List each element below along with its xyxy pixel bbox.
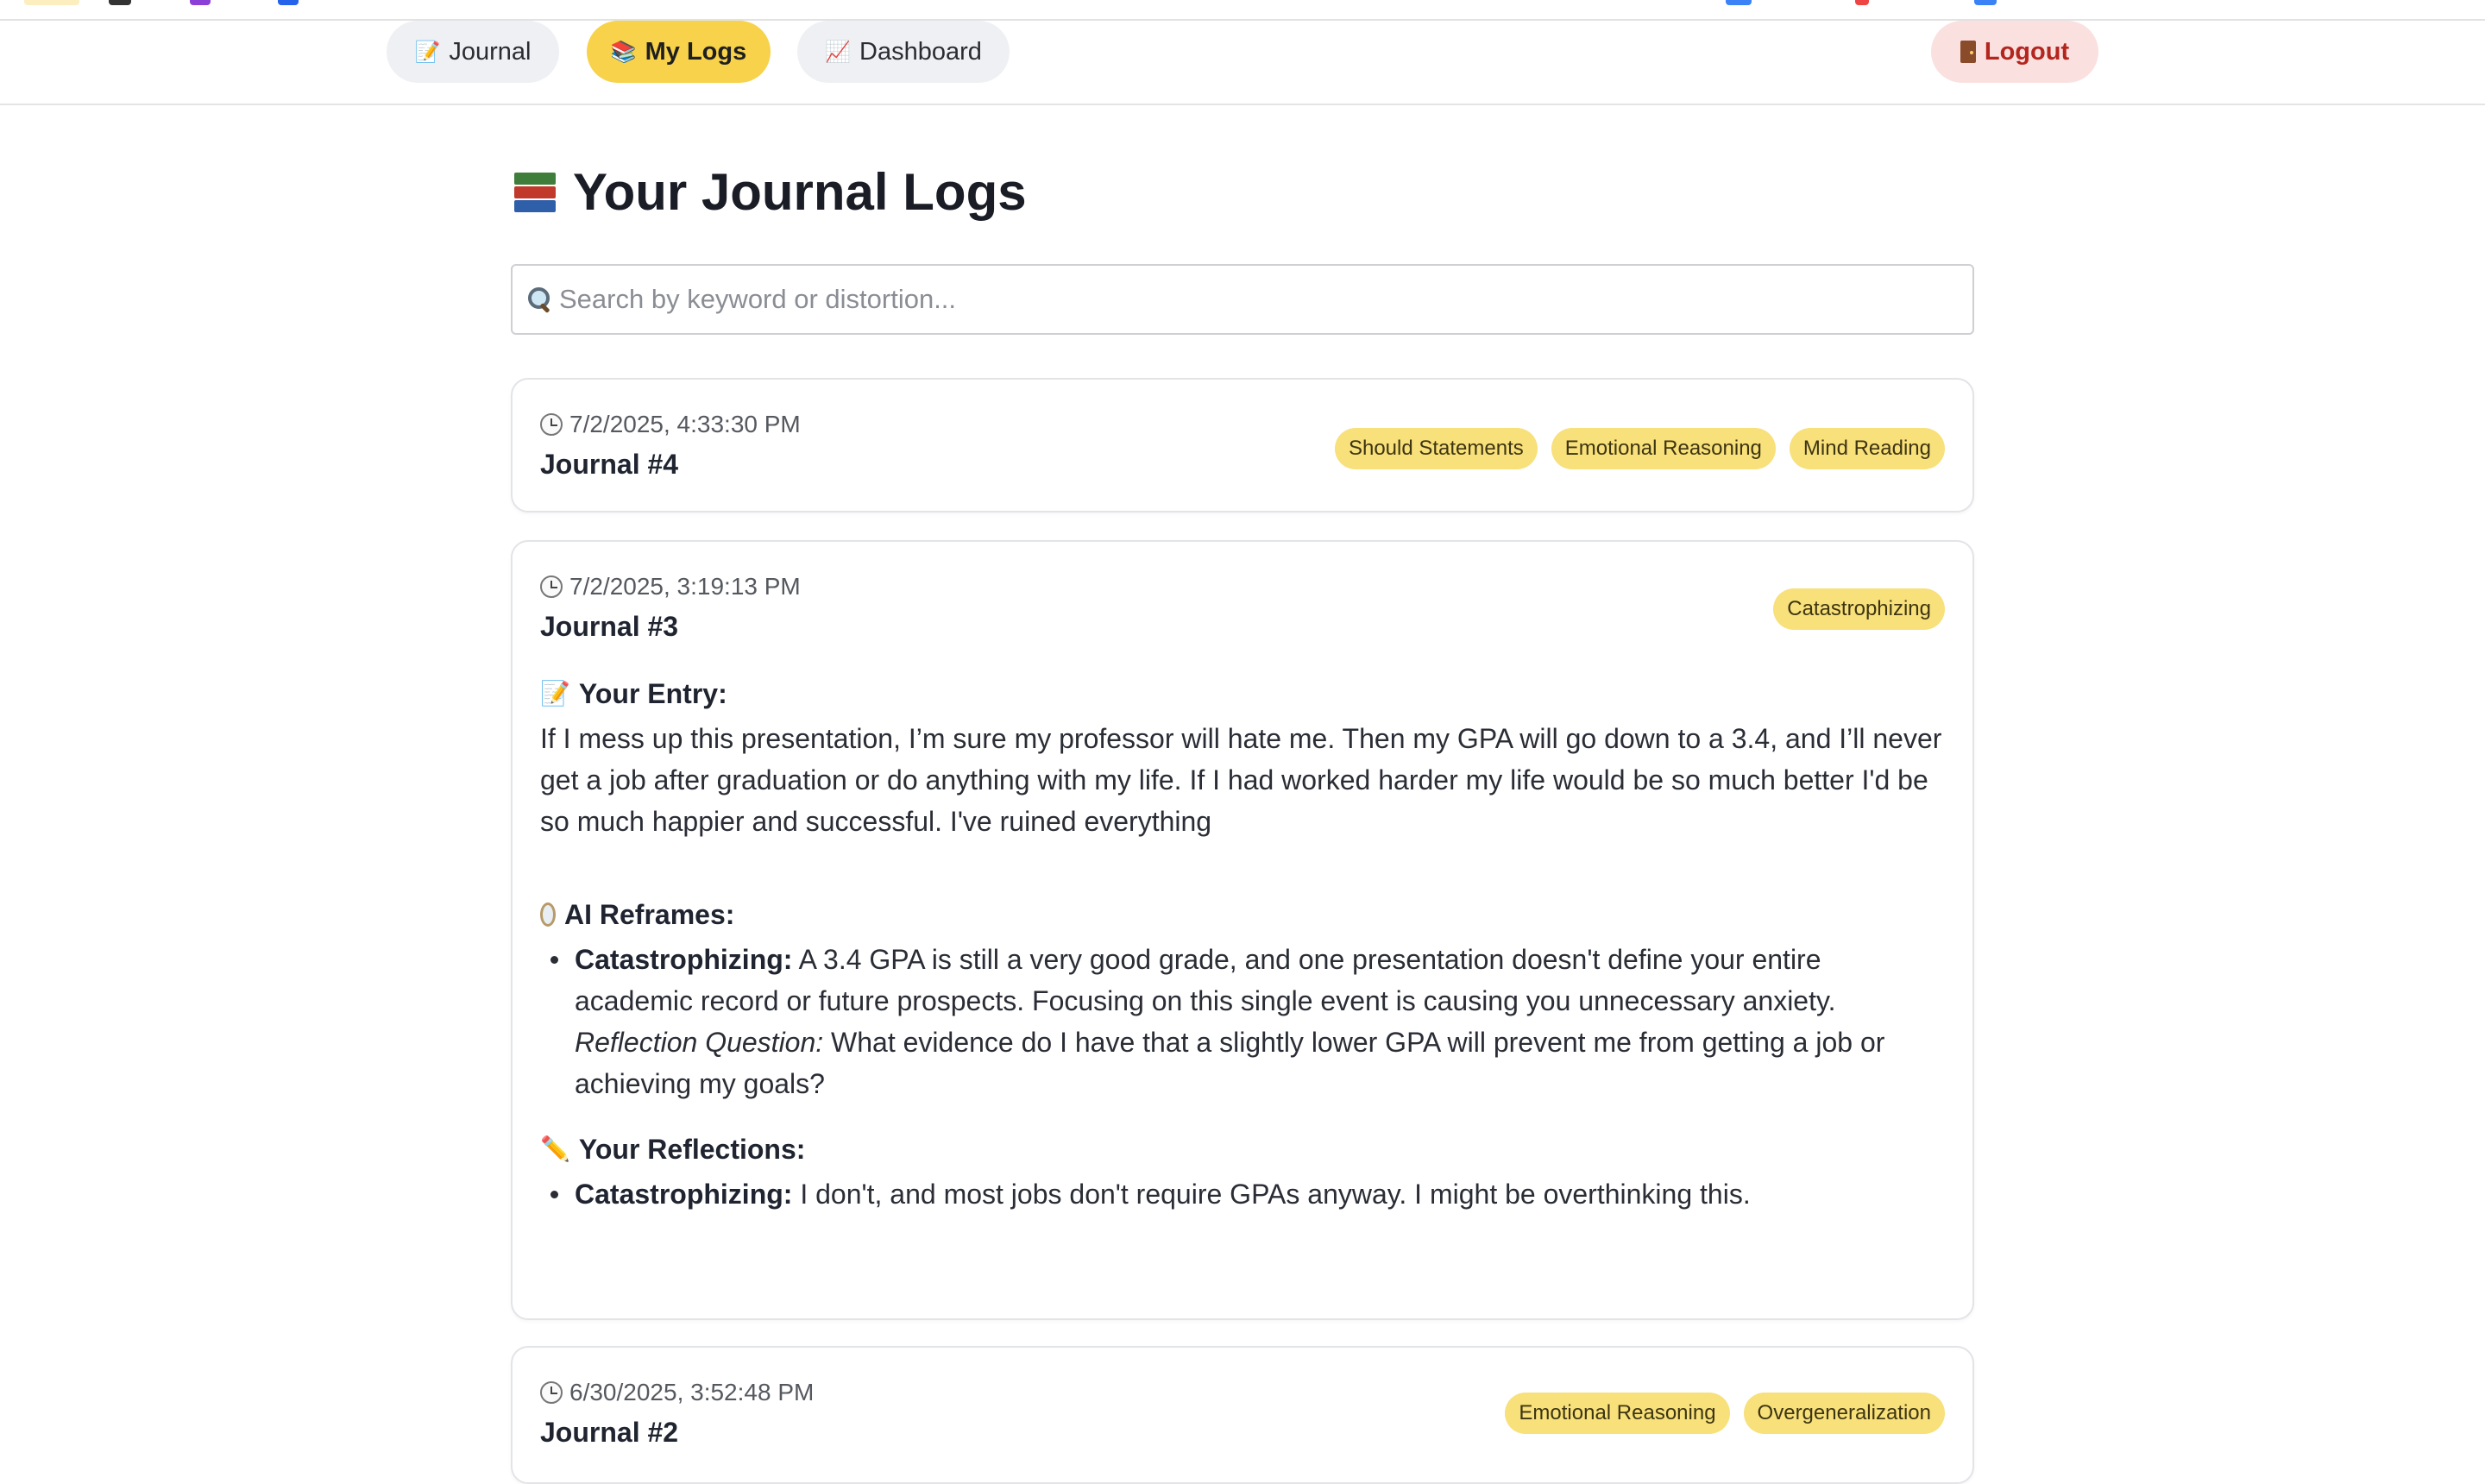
reflection-distortion: Catastrophizing: <box>575 1179 793 1210</box>
reframes-heading-label: AI Reframes: <box>564 899 735 930</box>
logout-button[interactable]: Logout <box>1931 21 2098 83</box>
timestamp-text: 7/2/2025, 4:33:30 PM <box>569 411 801 437</box>
distortion-tag: Should Statements <box>1334 428 1538 469</box>
bookmark-icon[interactable] <box>24 0 79 5</box>
bookmark-icon[interactable] <box>1974 0 1997 5</box>
reframe-item: Catastrophizing: A 3.4 GPA is still a ve… <box>540 939 1947 1104</box>
timestamp-text: 6/30/2025, 3:52:48 PM <box>569 1379 815 1405</box>
door-icon <box>1960 41 1976 63</box>
distortion-tag: Emotional Reasoning <box>1551 428 1776 469</box>
reflection-question-label: Reflection Question: <box>575 1027 824 1058</box>
reflections-section: ✏️ Your Reflections: Catastrophizing: I … <box>540 1132 1947 1215</box>
magnifier-icon <box>526 286 552 313</box>
distortion-tags: Emotional Reasoning Overgeneralization <box>1505 1393 1945 1434</box>
books-icon <box>511 167 559 216</box>
entry-text: If I mess up this presentation, I’m sure… <box>540 723 1942 837</box>
distortion-tags: Should Statements Emotional Reasoning Mi… <box>1334 428 1945 469</box>
page-title: Your Journal Logs <box>511 157 1027 226</box>
journal-card-header: 7/2/2025, 3:19:13 PM Journal #3 <box>540 571 801 644</box>
browser-bookmarks-strip <box>0 0 2485 21</box>
chart-increasing-icon: 📈 <box>825 40 851 64</box>
journal-card-header: 6/30/2025, 3:52:48 PM Journal #2 <box>540 1377 814 1449</box>
page-title-text: Your Journal Logs <box>573 162 1027 221</box>
journal-title: Journal #4 <box>540 449 679 480</box>
nav-dashboard-button[interactable]: 📈 Dashboard <box>797 21 1010 83</box>
bookmark-icon[interactable] <box>1726 0 1752 5</box>
nav-journal-button[interactable]: 📝 Journal <box>387 21 559 83</box>
reflections-heading: ✏️ Your Reflections: <box>540 1132 1947 1166</box>
timestamp-text: 7/2/2025, 3:19:13 PM <box>569 573 801 600</box>
reflection-item: Catastrophizing: I don't, and most jobs … <box>540 1173 1947 1215</box>
journal-card[interactable]: 7/2/2025, 3:19:13 PM Journal #3 Catastro… <box>511 540 1974 1320</box>
books-icon: 📚 <box>610 40 637 64</box>
memo-icon: 📝 <box>414 40 441 64</box>
distortion-tag: Overgeneralization <box>1743 1393 1945 1434</box>
journal-title: Journal #2 <box>540 1417 679 1448</box>
distortion-tag: Catastrophizing <box>1773 588 1945 630</box>
reframe-distortion: Catastrophizing: <box>575 944 793 975</box>
entry-heading: 📝 Your Entry: <box>540 676 1947 711</box>
entry-heading-label: Your Entry: <box>578 678 727 709</box>
journal-timestamp: 6/30/2025, 3:52:48 PM <box>540 1377 814 1408</box>
logout-label: Logout <box>1984 37 2070 66</box>
journal-card[interactable]: 6/30/2025, 3:52:48 PM Journal #2 Emotion… <box>511 1346 1974 1484</box>
nav-my-logs-label: My Logs <box>645 37 747 66</box>
bookmark-icon[interactable] <box>190 0 211 5</box>
search-field[interactable] <box>511 264 1974 335</box>
journal-title: Journal #3 <box>540 611 679 642</box>
search-input[interactable] <box>559 284 1972 315</box>
journal-card[interactable]: 7/2/2025, 4:33:30 PM Journal #4 Should S… <box>511 378 1974 512</box>
memo-icon: 📝 <box>540 679 570 707</box>
nav-journal-label: Journal <box>449 37 532 66</box>
reframes-heading: AI Reframes: <box>540 897 1947 932</box>
bookmark-icon[interactable] <box>109 0 131 5</box>
reflection-text: I don't, and most jobs don't require GPA… <box>800 1179 1751 1210</box>
mirror-icon <box>540 902 556 927</box>
entry-section: 📝 Your Entry: If I mess up this presenta… <box>540 676 1947 842</box>
clock-icon <box>540 413 563 436</box>
clock-icon <box>540 575 563 598</box>
reframes-list: Catastrophizing: A 3.4 GPA is still a ve… <box>540 939 1947 1104</box>
reframes-section: AI Reframes: Catastrophizing: A 3.4 GPA … <box>540 897 1947 1104</box>
distortion-tag: Emotional Reasoning <box>1505 1393 1730 1434</box>
bookmark-icon[interactable] <box>1855 0 1869 5</box>
pencil-icon: ✏️ <box>540 1135 570 1163</box>
distortion-tag: Mind Reading <box>1789 428 1945 469</box>
nav-dashboard-label: Dashboard <box>859 37 982 66</box>
nav-my-logs-button[interactable]: 📚 My Logs <box>587 21 771 83</box>
journal-timestamp: 7/2/2025, 3:19:13 PM <box>540 571 801 602</box>
clock-icon <box>540 1381 563 1404</box>
distortion-tags: Catastrophizing <box>1773 588 1945 630</box>
journal-card-header: 7/2/2025, 4:33:30 PM Journal #4 <box>540 409 801 481</box>
bookmark-icon[interactable] <box>278 0 299 5</box>
top-navbar: 📝 Journal 📚 My Logs 📈 Dashboard Logout <box>0 21 2485 105</box>
journal-timestamp: 7/2/2025, 4:33:30 PM <box>540 409 801 440</box>
reflections-list: Catastrophizing: I don't, and most jobs … <box>540 1173 1947 1215</box>
reflections-heading-label: Your Reflections: <box>578 1134 806 1165</box>
